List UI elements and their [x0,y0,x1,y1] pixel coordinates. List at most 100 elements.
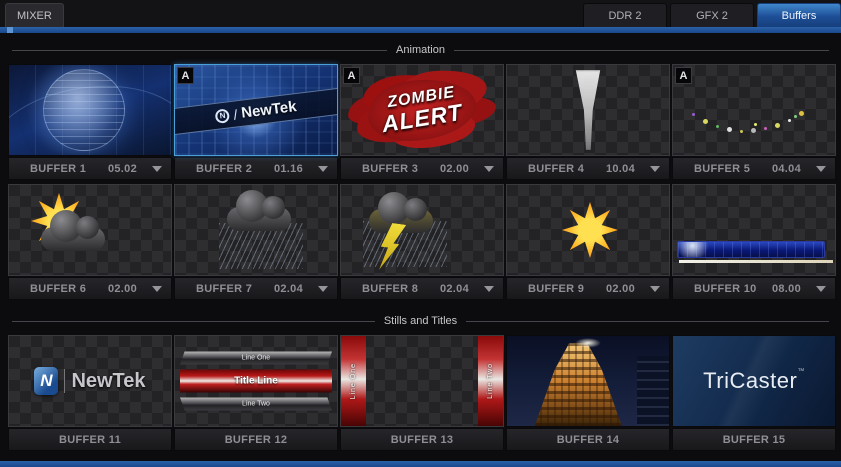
buffer-7-thumbnail[interactable] [174,184,338,276]
buffer-6-label-bar[interactable]: BUFFER 6 02.00 [8,277,172,300]
buffer-4-thumbnail[interactable] [506,64,670,156]
bottom-accent-bar [0,461,841,467]
cloud-icon [227,190,291,231]
buffer-label: BUFFER 5 [694,162,751,175]
buffer-14-cell: BUFFER 14 [506,335,670,451]
dropdown-arrow-icon[interactable] [318,165,328,172]
buffer-11-cell: N NewTek BUFFER 11 [8,335,172,451]
buffer-label: BUFFER 4 [528,162,585,175]
buffer-4-cell: BUFFER 4 10.04 [506,64,670,180]
buffer-duration: 02.04 [273,282,303,295]
buffer-10-label-bar[interactable]: BUFFER 10 08.00 [672,277,836,300]
building-spotlight-glow [575,338,602,348]
tricaster-logo-text: TriCaster™ [703,368,805,394]
newtek-logo-text: NewTek [71,369,146,392]
source-tabs: DDR 2 GFX 2 Buffers [583,3,841,27]
buffer-5-label-bar[interactable]: BUFFER 5 04.04 [672,157,836,180]
dropdown-arrow-icon[interactable] [816,165,826,172]
tab-gfx2-label: GFX 2 [696,9,728,22]
zombie-alert-graphic: ZOMBIE ALERT [366,76,478,144]
divider-line [453,49,830,51]
accent-bar-notch [7,27,13,33]
tab-buffers-label: Buffers [781,9,817,22]
dropdown-arrow-icon[interactable] [152,165,162,172]
buffer-12-label-bar[interactable]: BUFFER 12 [174,428,338,451]
top-tab-bar: MIXER DDR 2 GFX 2 Buffers [0,0,841,27]
tab-buffers[interactable]: Buffers [757,3,841,27]
buffer-10-thumbnail[interactable] [672,184,836,276]
buffer-14-thumbnail[interactable] [506,335,670,427]
dropdown-arrow-icon[interactable] [650,165,660,172]
section-header-animation: Animation [0,33,841,64]
globe-graphic [43,69,125,151]
buffer-9-label-bar[interactable]: BUFFER 9 02.00 [506,277,670,300]
newtek-logo-icon: N [214,107,231,124]
buffer-1-thumbnail[interactable] [8,64,172,156]
buffer-duration: 01.16 [273,162,303,175]
buffer-8-thumbnail[interactable] [340,184,504,276]
cloud-icon [41,210,105,251]
mixer-tab[interactable]: MIXER [5,3,64,27]
buffer-5-thumbnail[interactable]: A [672,64,836,156]
sparkle-trail-graphic [754,123,757,126]
buffer-label: BUFFER 2 [196,162,253,175]
buffer-4-label-bar[interactable]: BUFFER 4 10.04 [506,157,670,180]
tornado-graphic [575,70,601,150]
dropdown-arrow-icon[interactable] [484,165,494,172]
buffer-8-cell: BUFFER 8 02.04 [340,184,504,300]
buffer-11-thumbnail[interactable]: N NewTek [8,335,172,427]
buffer-label: BUFFER 9 [528,282,585,295]
dropdown-arrow-icon[interactable] [650,285,660,292]
buffer-14-label-bar[interactable]: BUFFER 14 [506,428,670,451]
buffer-13-cell: Line One Line Two BUFFER 13 [340,335,504,451]
dropdown-arrow-icon[interactable] [816,285,826,292]
buffer-label: BUFFER 3 [362,162,419,175]
buffer-duration: 02.00 [107,282,137,295]
side-bar-left-graphic: Line One [341,336,366,426]
tab-ddr2[interactable]: DDR 2 [583,3,667,27]
buffer-15-thumbnail[interactable]: TriCaster™ [672,335,836,427]
buffer-7-cell: BUFFER 7 02.04 [174,184,338,300]
lower-third-bar-graphic [677,241,825,258]
buffer-label: BUFFER 12 [224,433,288,446]
buffer-9-thumbnail[interactable] [506,184,670,276]
buffer-2-label-bar[interactable]: BUFFER 2 01.16 [174,157,338,180]
buffer-7-label-bar[interactable]: BUFFER 7 02.04 [174,277,338,300]
dropdown-arrow-icon[interactable] [152,285,162,292]
buffer-15-label-bar[interactable]: BUFFER 15 [672,428,836,451]
divider-line [12,49,388,51]
newtek-slash: / [232,105,239,123]
dropdown-arrow-icon[interactable] [318,285,328,292]
lit-building-graphic [534,343,622,426]
buffer-6-cell: BUFFER 6 02.00 [8,184,172,300]
newtek-logo-icon: N [34,367,59,395]
buffer-2-thumbnail[interactable]: A N / NewTek [174,64,338,156]
buffer-6-thumbnail[interactable] [8,184,172,276]
divider-line [466,320,829,322]
mixer-tab-label: MIXER [17,9,52,22]
buffer-3-thumbnail[interactable]: A ZOMBIE ALERT [340,64,504,156]
buffer-9-cell: BUFFER 9 02.00 [506,184,670,300]
dropdown-arrow-icon[interactable] [484,285,494,292]
side-bar-left-text: Line One [350,362,357,400]
title-line-two-bar: Line Two [180,397,332,411]
section-header-stills: Stills and Titles [0,304,841,335]
trademark-symbol: ™ [797,368,805,375]
title-line-two-text: Line Two [242,400,270,408]
animation-grid-row2: BUFFER 6 02.00 BUFFER 7 02.04 BUFFER 8 0… [0,184,841,300]
buffer-11-label-bar[interactable]: BUFFER 11 [8,428,172,451]
buffer-1-label-bar[interactable]: BUFFER 1 05.02 [8,157,172,180]
animation-grid-row1: BUFFER 1 05.02 A N / NewTek BUFFER 2 01.… [0,64,841,180]
buffer-8-label-bar[interactable]: BUFFER 8 02.04 [340,277,504,300]
buffer-label: BUFFER 6 [30,282,87,295]
buffer-12-thumbnail[interactable]: Line One Title Line Line Two [174,335,338,427]
buffer-13-label-bar[interactable]: BUFFER 13 [340,428,504,451]
autoplay-badge: A [343,67,360,84]
buffer-3-label-bar[interactable]: BUFFER 3 02.00 [340,157,504,180]
buffer-label: BUFFER 10 [694,282,757,295]
tab-gfx2[interactable]: GFX 2 [670,3,754,27]
buffer-label: BUFFER 11 [59,433,121,446]
newtek-band-text: NewTek [240,98,298,122]
autoplay-badge: A [177,67,194,84]
buffer-13-thumbnail[interactable]: Line One Line Two [340,335,504,427]
